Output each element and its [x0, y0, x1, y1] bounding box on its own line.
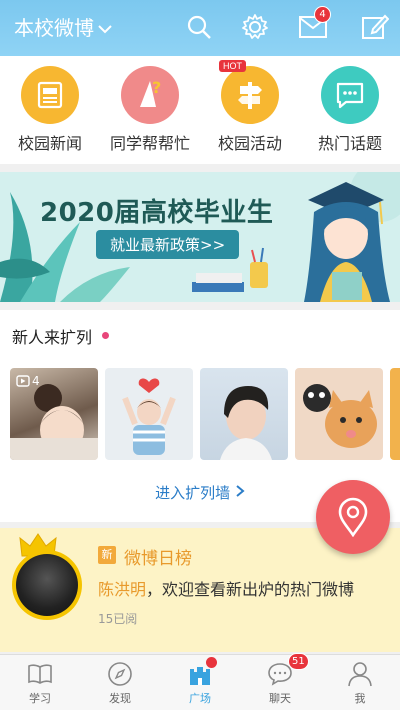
page-title: 本校微博 [14, 16, 94, 40]
cats-illustration [303, 384, 377, 448]
entry-hot-topics[interactable]: 热门话题 [300, 66, 400, 154]
settings-button[interactable] [238, 10, 272, 44]
entry-help-classmates[interactable]: ? 同学帮帮忙 [100, 66, 200, 154]
new-dot [102, 332, 109, 339]
tab-label: 学习 [29, 692, 51, 705]
square-notification-dot [206, 657, 217, 668]
tab-label: 广场 [189, 692, 211, 705]
help-icon-circle: ? [121, 66, 179, 124]
boy-profile-illustration [220, 386, 272, 460]
chevron-right-icon [235, 484, 245, 502]
avatar-frame [12, 550, 82, 620]
top-bar: 本校微博 4 [0, 0, 400, 56]
signpost-icon-circle: HOT [219, 60, 279, 124]
compass-icon [105, 660, 135, 688]
photo-cats[interactable] [295, 368, 383, 460]
chat-icon [336, 82, 364, 109]
tab-label: 我 [354, 692, 366, 705]
hot-tag: HOT [219, 60, 246, 72]
enter-wall-label: 进入扩列墙 [155, 484, 231, 502]
help-icon: ? [140, 78, 161, 107]
quick-entry-panel: 校园新闻 ? 同学帮帮忙 HOT 校园活动 热门话题 [0, 56, 400, 164]
book-icon [25, 660, 55, 688]
user-name: 陈洪明 [98, 580, 147, 599]
photo-toddler-heart[interactable] [105, 368, 193, 460]
entry-campus-news[interactable]: 校园新闻 [0, 66, 100, 154]
signpost-icon [238, 82, 262, 109]
news-icon [37, 81, 63, 109]
graduate-policy-banner[interactable]: 2020届高校毕业生 就业最新政策>> [0, 172, 400, 302]
mail-button[interactable]: 4 [296, 6, 331, 44]
entry-label: 同学帮帮忙 [109, 134, 190, 153]
avatar [16, 554, 78, 616]
banner-subtitle: 就业最新政策>> [96, 230, 240, 259]
entry-label: 校园活动 [217, 134, 282, 153]
bottom-tab-bar: 学习 发现 广场 51 聊天 我 [0, 653, 400, 710]
edit-icon [362, 14, 389, 39]
tab-me[interactable]: 我 [320, 655, 400, 710]
video-duration: 4 [16, 374, 40, 388]
gear-icon [242, 14, 268, 39]
entry-label: 校园新闻 [17, 134, 82, 153]
photo-boy-profile[interactable] [200, 368, 288, 460]
tab-square[interactable]: 广场 [160, 655, 240, 710]
person-icon [345, 660, 375, 688]
video-time: 4 [32, 374, 40, 388]
chat-badge: 51 [288, 653, 309, 670]
compose-button[interactable] [358, 10, 392, 44]
graduate-girl-illustration [304, 182, 390, 302]
location-pin-icon [338, 497, 368, 537]
news-icon-circle [21, 66, 79, 124]
school-weibo-dropdown[interactable]: 本校微博 [14, 12, 112, 41]
tab-discover[interactable]: 发现 [80, 655, 160, 710]
rank-message-text: ，欢迎查看新出炉的热门微博 [146, 580, 355, 599]
rank-title: 微博日榜 [124, 549, 192, 569]
banner-title: 2020届高校毕业生 [40, 198, 274, 228]
tab-label: 发现 [109, 692, 131, 705]
mail-badge: 4 [314, 6, 331, 23]
chevron-down-icon [98, 15, 112, 39]
photo-partial[interactable] [390, 368, 400, 460]
tab-label: 聊天 [269, 692, 291, 705]
search-button[interactable] [182, 10, 216, 44]
entry-campus-activity[interactable]: HOT 校园活动 [200, 60, 300, 154]
new-tag: 新 [98, 546, 116, 564]
tab-chat[interactable]: 51 聊天 [240, 653, 320, 710]
toddler-illustration [122, 378, 176, 455]
section-title: 新人来扩列 [12, 328, 93, 347]
svg-text:?: ? [152, 78, 161, 97]
rank-message: 陈洪明，欢迎查看新出炉的热门微博 [98, 576, 354, 600]
read-count: 15已阅 [98, 612, 138, 626]
photo-parent-child[interactable]: 4 [10, 368, 98, 460]
location-button[interactable] [316, 480, 390, 554]
video-play-icon [16, 375, 30, 387]
entry-label: 热门话题 [317, 134, 382, 153]
search-icon [187, 15, 211, 39]
chat-icon-circle [321, 66, 379, 124]
tab-study[interactable]: 学习 [0, 655, 80, 710]
